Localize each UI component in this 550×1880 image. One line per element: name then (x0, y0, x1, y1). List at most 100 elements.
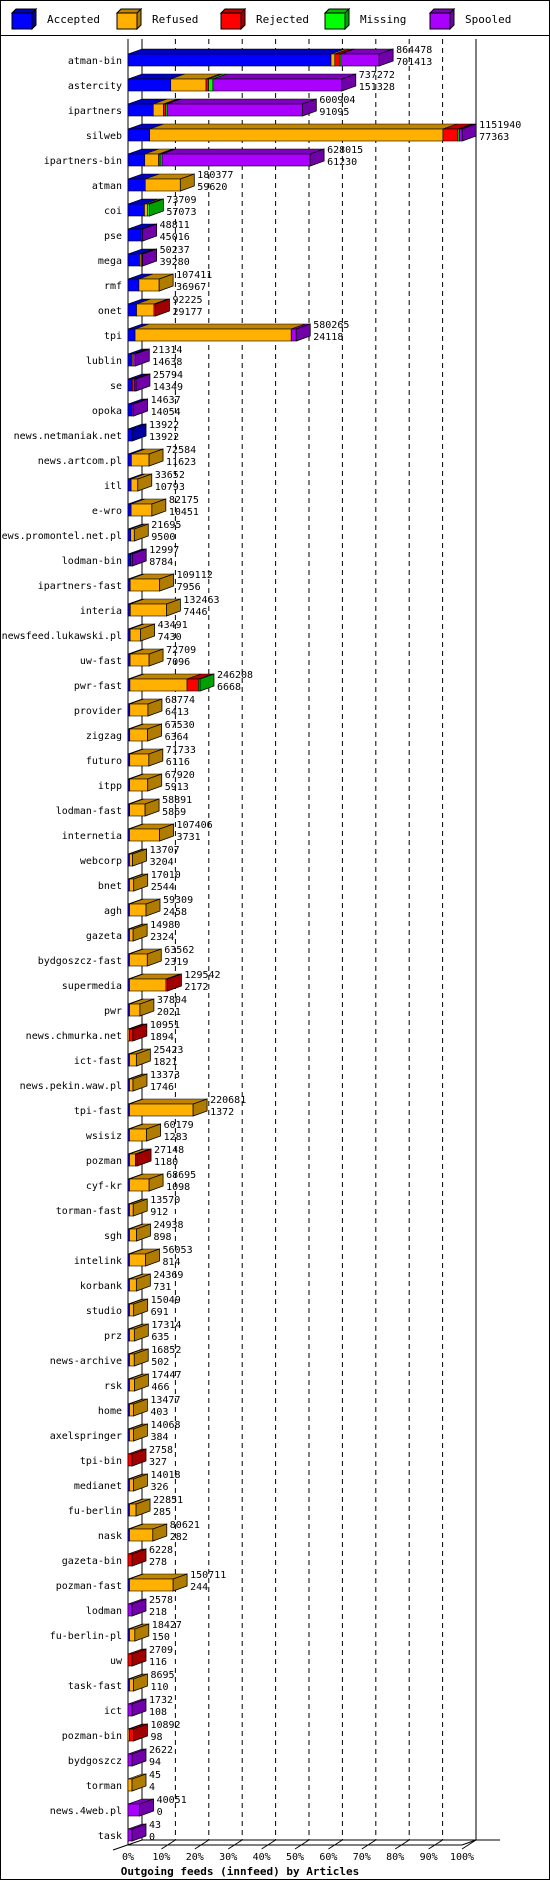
row-label: axelspringer (50, 1431, 122, 1442)
value-label-total: 24369 (153, 1270, 183, 1281)
value-label-total: 48811 (160, 220, 190, 231)
value-label-total: 10951 (150, 1020, 180, 1031)
bar-segment-spooled (127, 1603, 133, 1617)
bar-segment-spooled (127, 1703, 133, 1717)
value-label-second: 244 (190, 1582, 208, 1593)
value-label-second: 10451 (169, 507, 199, 518)
bar-segment-rejected (163, 103, 166, 117)
value-label-second: 6413 (165, 707, 189, 718)
x-tick-label: 30% (219, 1852, 237, 1863)
bar-segment-accepted (127, 128, 151, 142)
value-label-second: 701413 (396, 57, 432, 68)
value-label-second: 466 (151, 1382, 169, 1393)
bar-segment-refused (127, 1778, 133, 1792)
value-label-second: 502 (151, 1357, 169, 1368)
bar-segment-refused (131, 453, 150, 467)
x-tick-label: 0% (122, 1852, 134, 1863)
bar-segment-refused (129, 1253, 146, 1267)
value-label-second: 0 (157, 1807, 163, 1818)
value-label-second: 77363 (479, 132, 509, 143)
value-label-second: 5869 (162, 807, 186, 818)
bar-segment-refused (129, 678, 188, 692)
row-label: studio (86, 1306, 122, 1317)
row-label: nask (98, 1531, 122, 1542)
value-label-total: 67530 (165, 720, 195, 731)
bar-segment-accepted (127, 278, 140, 292)
value-label-total: 13477 (150, 1395, 180, 1406)
row-label: ipartners-bin (44, 156, 122, 167)
row-label: newsfeed.lukawski.pl (2, 631, 122, 642)
bar-segment-refused (130, 603, 167, 617)
bar-segment-rejected (127, 1553, 133, 1567)
value-label-second: 898 (153, 1232, 171, 1243)
bar-segment-refused (129, 1153, 136, 1167)
value-label-second: 150 (152, 1632, 170, 1643)
row-label: supermedia (62, 981, 122, 992)
bar-segment-spooled (340, 53, 380, 67)
value-label-second: 1283 (164, 1132, 188, 1143)
bar-segment-refused (129, 628, 141, 642)
bar-segment-refused (152, 103, 164, 117)
bar-segment-refused (129, 1278, 137, 1292)
value-label-second: 98 (150, 1732, 162, 1743)
bar-top-refused (149, 123, 458, 130)
row-label: uw (110, 1656, 123, 1667)
bar-segment-accepted (127, 228, 142, 242)
value-label-total: 12997 (149, 545, 179, 556)
bar-segment-refused (149, 128, 444, 142)
value-label-total: 15049 (151, 1295, 181, 1306)
bar-segment-accepted (127, 478, 132, 492)
value-label-second: 3204 (150, 857, 174, 868)
bar-segment-refused (129, 853, 133, 867)
value-label-total: 129542 (184, 970, 220, 981)
bar-segment-accepted (127, 553, 132, 567)
value-label-second: 57073 (166, 207, 196, 218)
row-label: rmf (104, 281, 122, 292)
bar-segment-rejected (186, 678, 199, 692)
row-label: pozman-bin (62, 1731, 122, 1742)
bar-segment-accepted (127, 628, 131, 642)
value-label-second: 384 (150, 1432, 168, 1443)
value-label-total: 2578 (149, 1595, 173, 1606)
value-label-total: 180377 (197, 170, 233, 181)
row-label: ict-fast (74, 1056, 122, 1067)
row-label: silweb (86, 131, 122, 142)
value-label-second: 110 (150, 1682, 168, 1693)
value-label-second: 2458 (163, 907, 187, 918)
value-label-total: 73709 (166, 195, 196, 206)
bar-segment-refused (144, 153, 159, 167)
bar-segment-rejected (127, 1653, 133, 1667)
row-label: news.netmaniak.net (14, 431, 122, 442)
value-label-second: 5913 (165, 782, 189, 793)
bar-segment-refused (144, 178, 181, 192)
bar-segment-refused (130, 503, 153, 517)
value-label-second: 151328 (359, 82, 395, 93)
row-label: astercity (68, 81, 122, 92)
bar-segment-refused (129, 1103, 194, 1117)
value-label-total: 40051 (157, 1795, 187, 1806)
value-label-second: 1098 (166, 1182, 190, 1193)
value-label-total: 21314 (152, 345, 182, 356)
value-label-total: 68774 (165, 695, 195, 706)
value-label-total: 1151940 (479, 120, 521, 131)
bar-segment-refused (129, 1528, 154, 1542)
value-label-total: 27148 (154, 1145, 184, 1156)
x-axis-title: Outgoing feeds (innfeed) by Articles (121, 1865, 359, 1878)
row-label: fu-berlin-pl (50, 1631, 122, 1642)
bar-segment-accepted (127, 578, 131, 592)
x-tick-label: 100% (450, 1852, 474, 1863)
bar-segment-refused (129, 1003, 141, 1017)
value-label-second: 1180 (154, 1157, 178, 1168)
bar-segment-accepted (127, 453, 132, 467)
value-label-total: 107406 (177, 820, 213, 831)
row-label: ipartners-fast (38, 581, 122, 592)
bar-segment-refused (129, 1378, 135, 1392)
value-label-second: 2544 (151, 882, 175, 893)
row-label: prz (104, 1331, 122, 1342)
bar-segment-refused (129, 753, 150, 767)
bar-segment-refused (129, 778, 148, 792)
bar-segment-accepted (127, 653, 131, 667)
bar-segment-accepted (127, 103, 154, 117)
row-label: tpi-fast (74, 1106, 122, 1117)
value-label-second: 403 (150, 1407, 168, 1418)
